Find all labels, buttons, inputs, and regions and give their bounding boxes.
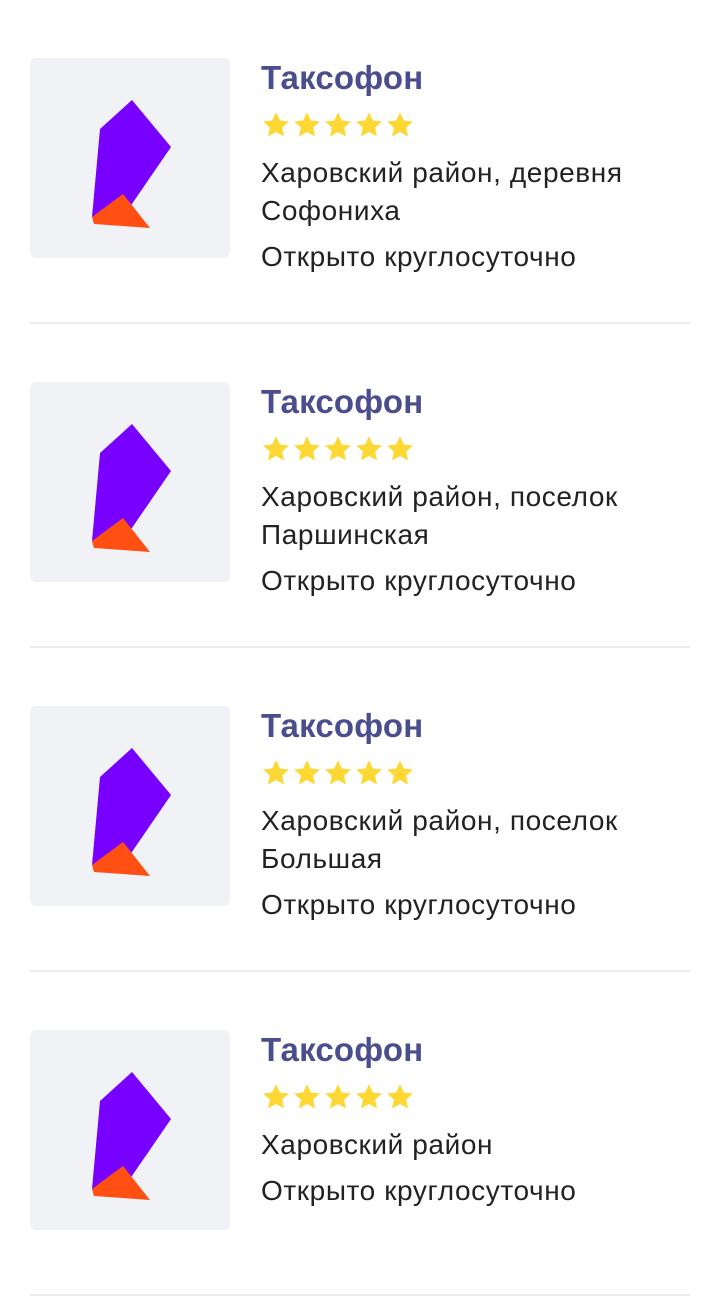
star-icon: [323, 758, 353, 788]
star-icon: [292, 758, 322, 788]
address-line-1: Харовский район, поселок: [261, 805, 618, 836]
opening-hours: Открыто круглосуточно: [261, 889, 577, 920]
rating-stars: [261, 1082, 691, 1112]
listing-title[interactable]: Таксофон: [261, 58, 691, 98]
opening-hours: Открыто круглосуточно: [261, 241, 577, 272]
listing-card[interactable]: Таксофон Харовский район, поселок Паршин…: [30, 324, 690, 648]
listing-thumbnail[interactable]: [30, 382, 230, 582]
listing-address: Харовский район, деревня Софониха: [261, 154, 691, 230]
star-icon: [323, 110, 353, 140]
star-icon: [385, 758, 415, 788]
star-icon: [292, 1082, 322, 1112]
listing-address: Харовский район, поселок Паршинская: [261, 478, 691, 554]
rostelecom-logo-icon: [92, 1072, 171, 1200]
star-icon: [354, 758, 384, 788]
star-icon: [354, 110, 384, 140]
star-icon: [261, 434, 291, 464]
listing-thumbnail[interactable]: [30, 706, 230, 906]
rostelecom-logo-icon: [92, 100, 171, 228]
star-icon: [292, 434, 322, 464]
listing-address: Харовский район, поселок Большая: [261, 802, 691, 878]
star-icon: [385, 1082, 415, 1112]
address-line-1: Харовский район, деревня: [261, 157, 623, 188]
listing-title[interactable]: Таксофон: [261, 706, 691, 746]
listing-card[interactable]: Таксофон Харовский район, деревня Софони…: [30, 0, 690, 324]
rostelecom-logo-icon: [92, 748, 171, 876]
listing-thumbnail[interactable]: [30, 1030, 230, 1230]
star-icon: [323, 1082, 353, 1112]
rostelecom-logo-icon: [92, 424, 171, 552]
address-line-1: Харовский район, поселок: [261, 481, 618, 512]
star-icon: [261, 110, 291, 140]
star-icon: [261, 1082, 291, 1112]
address-line-2: Софониха: [261, 195, 401, 226]
listing-thumbnail[interactable]: [30, 58, 230, 258]
star-icon: [354, 434, 384, 464]
listing-address: Харовский район: [261, 1126, 691, 1164]
listing-info: Таксофон Харовский район, поселок Паршин…: [261, 382, 691, 600]
rating-stars: [261, 110, 691, 140]
listing-title[interactable]: Таксофон: [261, 1030, 691, 1070]
star-icon: [385, 110, 415, 140]
star-icon: [292, 110, 322, 140]
address-line-2: Паршинская: [261, 519, 430, 550]
rating-stars: [261, 758, 691, 788]
address-line-2: Большая: [261, 843, 383, 874]
address-line-1: Харовский район: [261, 1129, 494, 1160]
star-icon: [261, 758, 291, 788]
opening-hours: Открыто круглосуточно: [261, 565, 577, 596]
listing-info: Таксофон Харовский район, поселок Больша…: [261, 706, 691, 924]
opening-hours: Открыто круглосуточно: [261, 1175, 577, 1206]
star-icon: [323, 434, 353, 464]
rating-stars: [261, 434, 691, 464]
star-icon: [354, 1082, 384, 1112]
listing-info: Таксофон Харовский район, деревня Софони…: [261, 58, 691, 276]
listing-info: Таксофон Харовский район Открыто круглос…: [261, 1030, 691, 1210]
listing-card[interactable]: Таксофон Харовский район, поселок Больша…: [30, 648, 690, 972]
listing-title[interactable]: Таксофон: [261, 382, 691, 422]
listing-card[interactable]: Таксофон Харовский район Открыто круглос…: [30, 972, 690, 1296]
star-icon: [385, 434, 415, 464]
listing-list: Таксофон Харовский район, деревня Софони…: [30, 0, 690, 1296]
